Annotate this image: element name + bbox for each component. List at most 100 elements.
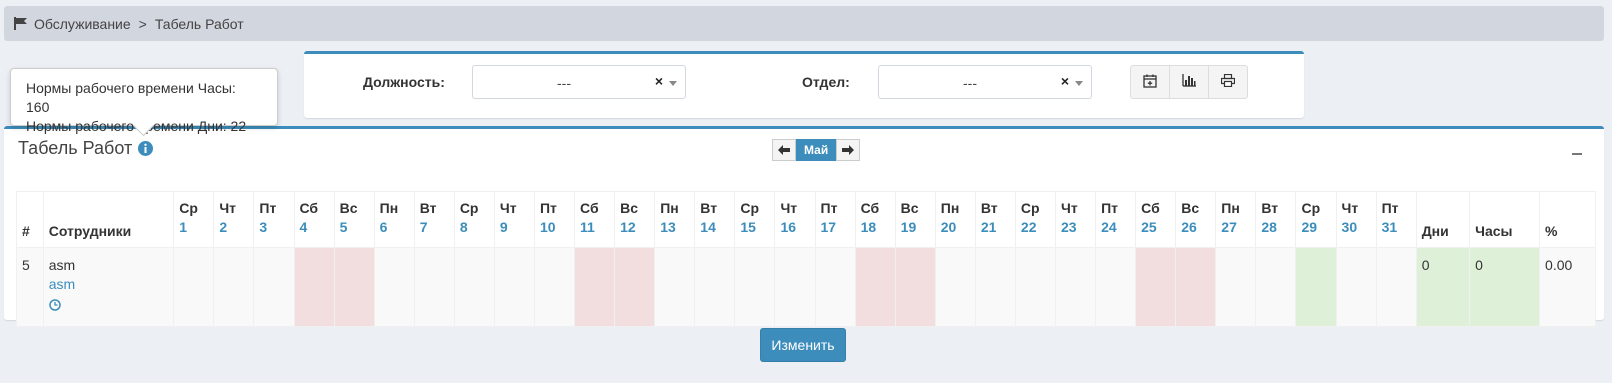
day-number-link[interactable]: 8	[460, 218, 489, 237]
day-cell[interactable]	[1255, 247, 1297, 327]
day-number-link[interactable]: 16	[780, 218, 809, 237]
day-number-link[interactable]: 28	[1261, 218, 1290, 237]
day-number-link[interactable]: 22	[1021, 218, 1050, 237]
current-month-label: Май	[796, 139, 837, 161]
info-icon[interactable]	[138, 141, 154, 156]
panel-title: Табель Работ	[18, 138, 154, 159]
day-number-link[interactable]: 25	[1141, 218, 1170, 237]
day-number-link[interactable]: 9	[500, 218, 529, 237]
day-of-week: Пн	[1221, 200, 1240, 216]
day-cell[interactable]	[1014, 247, 1056, 327]
employee-name: asm	[48, 257, 76, 273]
day-number-link[interactable]: 24	[1101, 218, 1130, 237]
day-cell[interactable]	[1215, 247, 1257, 327]
day-cell[interactable]	[533, 247, 576, 327]
day-of-week: Сб	[1141, 200, 1160, 216]
day-cell[interactable]	[1175, 247, 1217, 327]
day-number-link[interactable]: 10	[540, 218, 569, 237]
day-cell[interactable]	[293, 247, 335, 327]
day-number-link[interactable]: 29	[1301, 218, 1330, 237]
flag-icon	[14, 17, 28, 30]
day-number-link[interactable]: 20	[941, 218, 970, 237]
day-cell[interactable]	[654, 247, 696, 327]
chart-button[interactable]	[1169, 65, 1209, 99]
day-number-link[interactable]: 30	[1342, 218, 1371, 237]
calendar-button[interactable]	[1130, 65, 1170, 99]
day-cell[interactable]	[373, 247, 415, 327]
day-number-link[interactable]: 1	[179, 218, 208, 237]
department-select-value: ---	[963, 75, 977, 91]
day-cell[interactable]	[614, 247, 656, 327]
day-header: Чт 23	[1054, 191, 1097, 248]
day-cell[interactable]	[894, 247, 936, 327]
day-cell[interactable]	[493, 247, 535, 327]
day-cell[interactable]	[173, 247, 215, 327]
day-header: Сб 11	[574, 191, 616, 248]
day-header: Чт 30	[1335, 191, 1377, 248]
day-header: Сб 25	[1135, 191, 1177, 248]
day-cell[interactable]	[814, 247, 856, 327]
prev-month-button[interactable]	[772, 139, 796, 161]
day-header: Пт 10	[533, 191, 576, 248]
day-cell[interactable]	[934, 247, 976, 327]
day-number-link[interactable]: 31	[1382, 218, 1411, 237]
day-of-week: Чт	[1060, 200, 1078, 216]
day-number-link[interactable]: 23	[1061, 218, 1090, 237]
day-cell[interactable]	[1295, 247, 1337, 327]
day-cell[interactable]	[1054, 247, 1097, 327]
day-cell[interactable]	[1135, 247, 1177, 327]
day-number-link[interactable]: 12	[620, 218, 649, 237]
day-number-link[interactable]: 17	[821, 218, 850, 237]
day-cell[interactable]	[1375, 247, 1417, 327]
day-of-week: Пт	[539, 200, 557, 216]
day-number-link[interactable]: 4	[300, 218, 329, 237]
position-clear-icon[interactable]: ×	[655, 73, 663, 89]
chevron-down-icon[interactable]	[669, 81, 677, 86]
employee-link[interactable]: asm	[49, 275, 169, 294]
day-of-week: Пн	[660, 200, 679, 216]
minus-icon[interactable]	[1572, 153, 1582, 155]
day-number-link[interactable]: 26	[1181, 218, 1210, 237]
day-of-week: Вт	[980, 200, 998, 216]
edit-button[interactable]: Изменить	[760, 328, 846, 362]
day-number-link[interactable]: 15	[740, 218, 769, 237]
department-clear-icon[interactable]: ×	[1061, 73, 1069, 89]
day-of-week: Сб	[580, 200, 599, 216]
day-cell[interactable]	[1095, 247, 1137, 327]
day-of-week: Пн	[379, 200, 399, 216]
day-cell[interactable]	[574, 247, 616, 327]
day-number-link[interactable]: 18	[861, 218, 890, 237]
next-month-button[interactable]	[836, 139, 861, 161]
day-number-link[interactable]: 6	[380, 218, 409, 237]
day-number-link[interactable]: 14	[700, 218, 729, 237]
clock-icon[interactable]	[48, 297, 169, 316]
day-cell[interactable]	[774, 247, 816, 327]
breadcrumb-item-service[interactable]: Обслуживание	[34, 16, 131, 32]
day-header: Чт 2	[213, 191, 255, 248]
print-button[interactable]	[1208, 65, 1248, 99]
day-number-link[interactable]: 19	[901, 218, 930, 237]
day-number-link[interactable]: 7	[420, 218, 449, 237]
day-number-link[interactable]: 13	[660, 218, 689, 237]
day-cell[interactable]	[854, 247, 896, 327]
day-cell[interactable]	[253, 247, 295, 327]
department-select[interactable]: --- ×	[878, 65, 1092, 99]
day-cell[interactable]	[974, 247, 1016, 327]
day-cell[interactable]	[213, 247, 255, 327]
day-number-link[interactable]: 2	[219, 218, 248, 237]
day-cell[interactable]	[413, 247, 455, 327]
day-number-link[interactable]: 5	[340, 218, 369, 237]
day-number-link[interactable]: 21	[981, 218, 1010, 237]
day-header: Ср 8	[453, 191, 495, 248]
day-cell[interactable]	[734, 247, 776, 327]
day-cell[interactable]	[694, 247, 736, 327]
day-number-link[interactable]: 11	[580, 218, 609, 237]
day-cell[interactable]	[333, 247, 375, 327]
day-cell[interactable]	[1335, 247, 1377, 327]
chevron-down-icon[interactable]	[1075, 81, 1083, 86]
day-cell[interactable]	[453, 247, 495, 327]
day-header: Пн 6	[373, 191, 415, 248]
day-number-link[interactable]: 27	[1221, 218, 1250, 237]
position-select[interactable]: --- ×	[472, 65, 686, 99]
day-number-link[interactable]: 3	[259, 218, 288, 237]
